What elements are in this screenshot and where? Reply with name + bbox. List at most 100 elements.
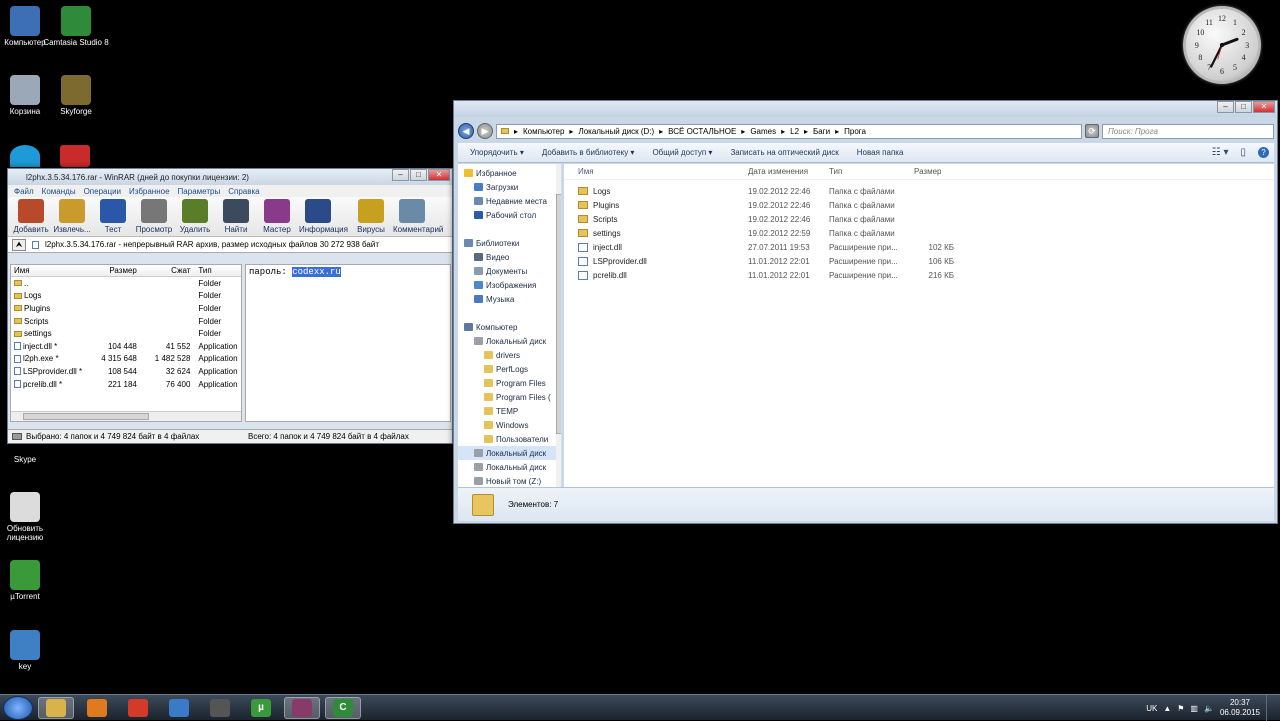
scrollbar-thumb[interactable] bbox=[23, 413, 149, 420]
clock-gadget[interactable]: 12 1 2 345 678 9 10 11 bbox=[1183, 6, 1261, 84]
comment-password[interactable]: codexx.ru bbox=[292, 267, 341, 277]
up-folder-button[interactable]: ⮝ bbox=[12, 238, 26, 251]
app-shortcut-icon[interactable] bbox=[60, 145, 90, 167]
column-size[interactable]: Размер bbox=[88, 266, 140, 275]
nav-item[interactable]: Документы bbox=[458, 264, 561, 278]
help-icon[interactable]: ? bbox=[1258, 147, 1269, 158]
toolbar-button[interactable]: Просмотр bbox=[135, 199, 173, 234]
taskbar-app-button[interactable] bbox=[202, 697, 238, 719]
toolbar-button[interactable]: Информация bbox=[299, 199, 348, 234]
nav-item[interactable]: PerfLogs bbox=[458, 362, 561, 376]
view-options-icon[interactable]: ☷ ▾ bbox=[1212, 147, 1229, 158]
nav-item[interactable]: Program Files ( bbox=[458, 390, 561, 404]
nav-item[interactable]: Компьютер bbox=[458, 320, 561, 334]
toolbar-button[interactable]: Вирусы bbox=[352, 199, 390, 234]
column-name[interactable]: Имя bbox=[564, 167, 748, 176]
file-list[interactable]: Имя Дата изменения Тип Размер Logs 19.02.… bbox=[564, 164, 1274, 487]
desktop-icon[interactable]: Обновить лицензию bbox=[0, 492, 58, 542]
nav-item[interactable]: Пользователи bbox=[458, 432, 561, 446]
tray-arrow-icon[interactable]: ▲ bbox=[1163, 704, 1171, 713]
breadcrumb[interactable]: ▸ Компьютер ▸ Локальный диск (D:) ▸ ВСЁ ОСТАЛ… bbox=[496, 123, 1082, 139]
menu-item[interactable]: Операции bbox=[84, 187, 121, 196]
table-row[interactable]: settings 19.02.2012 22:59 Папка с файлами bbox=[564, 226, 1274, 240]
taskbar-app-button[interactable]: µ bbox=[243, 697, 279, 719]
forward-button[interactable]: ▶ bbox=[477, 123, 493, 139]
minimize-button[interactable]: – bbox=[392, 169, 409, 181]
maximize-button[interactable]: □ bbox=[1235, 101, 1252, 113]
breadcrumb-item[interactable]: ВСЁ ОСТАЛЬНОЕ bbox=[668, 127, 736, 136]
desktop-icon[interactable]: Skype bbox=[0, 455, 58, 464]
command-button[interactable]: Добавить в библиотеку ▾ bbox=[542, 148, 635, 157]
menu-item[interactable]: Избранное bbox=[129, 187, 170, 196]
column-date[interactable]: Дата изменения bbox=[748, 167, 829, 176]
toolbar-button[interactable]: Тест bbox=[94, 199, 132, 234]
navigation-pane[interactable]: Избранное Загрузки Недавние места Рабочий с… bbox=[458, 164, 562, 487]
desktop-icon[interactable]: Skyforge bbox=[43, 75, 109, 116]
nav-item[interactable]: TEMP bbox=[458, 404, 561, 418]
chevron-right-icon[interactable]: ▸ bbox=[835, 127, 839, 136]
nav-item[interactable]: Изображения bbox=[458, 278, 561, 292]
table-row[interactable]: inject.dll * 104 448 41 552 Application bbox=[11, 340, 241, 353]
desktop-icon[interactable]: µTorrent bbox=[0, 560, 58, 601]
close-button[interactable]: ✕ bbox=[1253, 101, 1275, 113]
column-name[interactable]: Имя bbox=[11, 266, 88, 275]
network-icon[interactable]: ▥ bbox=[1190, 704, 1198, 713]
command-button[interactable]: Записать на оптический диск bbox=[730, 148, 838, 157]
winrar-window[interactable]: l2phx.3.5.34.176.rar - WinRAR (дней до п… bbox=[7, 168, 453, 444]
minimize-button[interactable]: – bbox=[1217, 101, 1234, 113]
chevron-right-icon[interactable]: ▸ bbox=[804, 127, 808, 136]
table-row[interactable]: LSPprovider.dll 11.01.2012 22:01 Расширени… bbox=[564, 254, 1274, 268]
nav-item[interactable]: Избранное bbox=[458, 166, 561, 180]
table-row[interactable]: .. Folder bbox=[11, 277, 241, 290]
menu-item[interactable]: Параметры bbox=[178, 187, 221, 196]
close-button[interactable]: ✕ bbox=[428, 169, 450, 181]
table-row[interactable]: pcrelib.dll * 221 184 76 400 Application bbox=[11, 378, 241, 391]
table-row[interactable]: Logs Folder bbox=[11, 290, 241, 303]
taskbar-app-button[interactable] bbox=[38, 696, 74, 719]
command-button[interactable]: Общий доступ ▾ bbox=[652, 148, 712, 157]
language-indicator[interactable]: UK bbox=[1146, 704, 1157, 713]
breadcrumb-item[interactable]: Локальный диск (D:) bbox=[578, 127, 654, 136]
nav-item[interactable]: Загрузки bbox=[458, 180, 561, 194]
table-row[interactable]: pcrelib.dll 11.01.2012 22:01 Расширение пр… bbox=[564, 268, 1274, 282]
preview-pane-icon[interactable]: ▯ bbox=[1240, 147, 1246, 158]
winrar-titlebar[interactable]: l2phx.3.5.34.176.rar - WinRAR (дней до п… bbox=[8, 169, 452, 185]
column-type[interactable]: Тип bbox=[829, 167, 914, 176]
menu-item[interactable]: Файл bbox=[14, 187, 34, 196]
table-row[interactable]: settings Folder bbox=[11, 327, 241, 340]
breadcrumb-item[interactable]: Компьютер bbox=[523, 127, 564, 136]
menu-item[interactable]: Справка bbox=[228, 187, 259, 196]
start-button[interactable] bbox=[3, 695, 33, 720]
toolbar-button[interactable]: Удалить bbox=[176, 199, 214, 234]
breadcrumb-item[interactable]: Баги bbox=[813, 127, 830, 136]
nav-item[interactable]: Program Files bbox=[458, 376, 561, 390]
breadcrumb-item[interactable]: Games bbox=[750, 127, 776, 136]
taskbar-app-button[interactable] bbox=[284, 696, 320, 719]
taskbar-clock[interactable]: 20:37 06.09.2015 bbox=[1220, 698, 1260, 718]
nav-item[interactable]: Библиотеки bbox=[458, 236, 561, 250]
breadcrumb-item[interactable]: L2 bbox=[790, 127, 799, 136]
nav-item[interactable]: Локальный диск bbox=[458, 446, 561, 460]
nav-item[interactable]: Новый том (Z:) bbox=[458, 474, 561, 487]
winrar-file-list[interactable]: Имя Размер Сжат Тип .. Folder Logs Folder Pl… bbox=[10, 264, 242, 422]
toolbar-button[interactable]: Комментарий bbox=[393, 199, 443, 234]
table-row[interactable]: l2ph.exe * 4 315 648 1 482 528 Application bbox=[11, 353, 241, 366]
toolbar-button[interactable]: Мастер bbox=[258, 199, 296, 234]
nav-item[interactable]: Рабочий стол bbox=[458, 208, 561, 222]
nav-item[interactable]: Музыка bbox=[458, 292, 561, 306]
volume-icon[interactable]: 🔈 bbox=[1204, 704, 1214, 713]
taskbar-app-button[interactable] bbox=[120, 697, 156, 719]
taskbar-app-button[interactable]: C bbox=[325, 696, 361, 719]
horizontal-scrollbar[interactable] bbox=[11, 411, 241, 421]
menu-item[interactable]: Команды bbox=[42, 187, 76, 196]
scrollbar-thumb[interactable] bbox=[556, 194, 561, 434]
chevron-right-icon[interactable]: ▸ bbox=[781, 127, 785, 136]
nav-item[interactable]: Локальный диск bbox=[458, 460, 561, 474]
table-row[interactable]: Scripts 19.02.2012 22:46 Папка с файлами bbox=[564, 212, 1274, 226]
taskbar-app-button[interactable] bbox=[79, 697, 115, 719]
desktop-icon[interactable]: Camtasia Studio 8 bbox=[43, 6, 109, 47]
table-row[interactable]: Plugins Folder bbox=[11, 302, 241, 315]
nav-item[interactable]: Windows bbox=[458, 418, 561, 432]
table-row[interactable]: Logs 19.02.2012 22:46 Папка с файлами bbox=[564, 184, 1274, 198]
table-row[interactable]: Plugins 19.02.2012 22:46 Папка с файлами bbox=[564, 198, 1274, 212]
